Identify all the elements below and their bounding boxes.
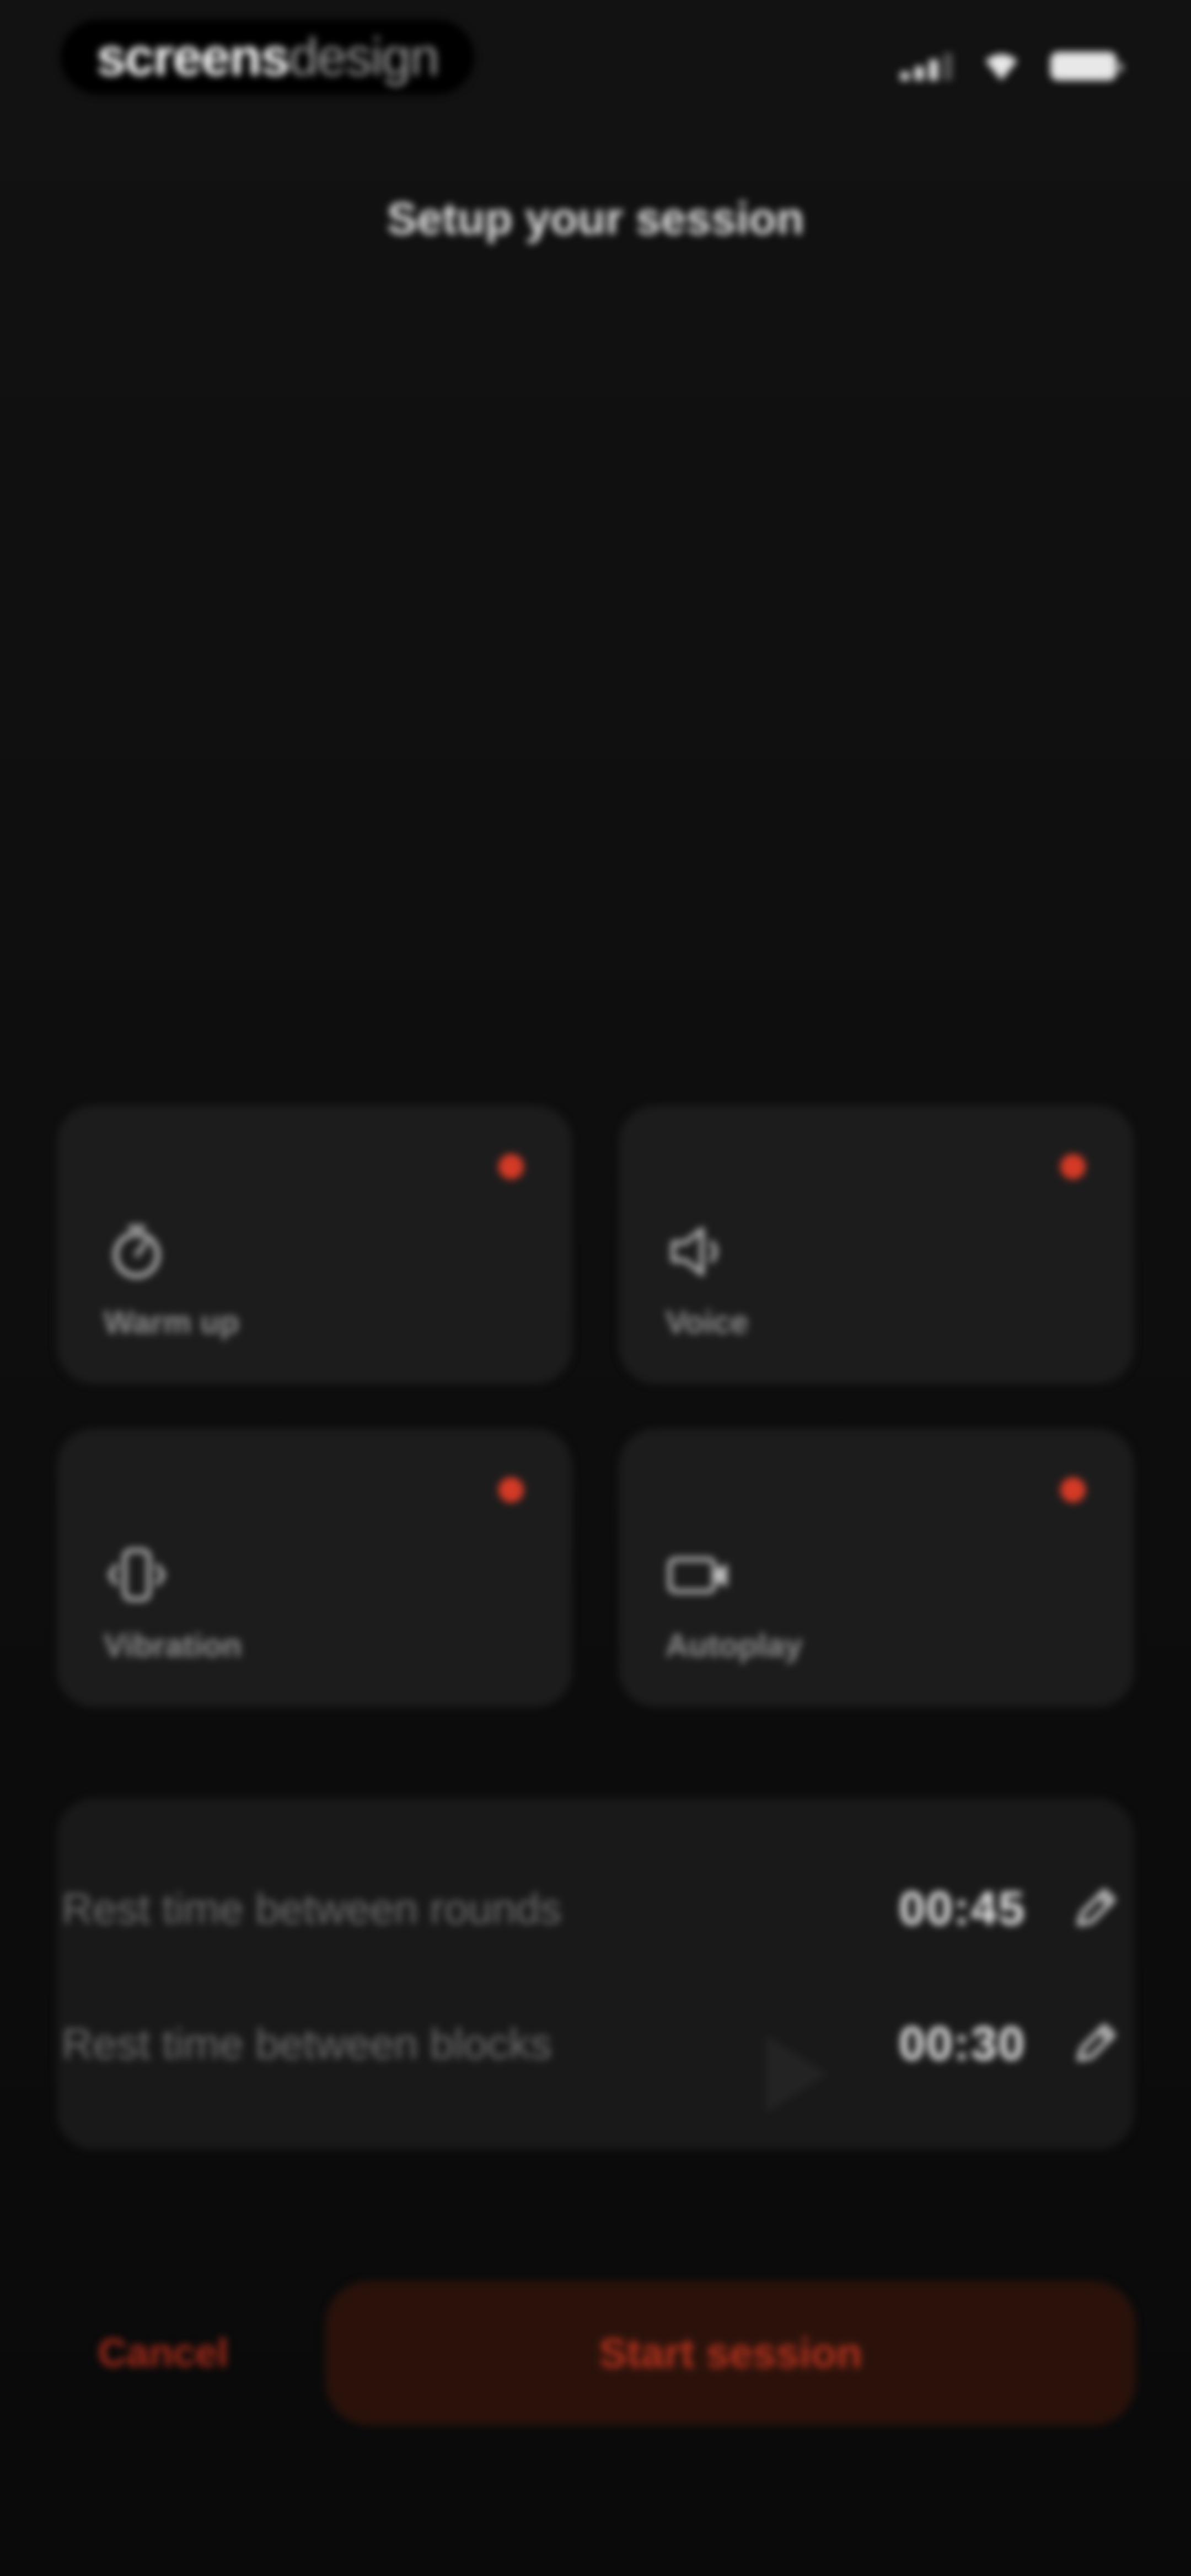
video-icon — [668, 1557, 727, 1594]
rest-times-panel — [57, 1798, 1134, 2150]
rest-between-rounds-value: 00:45 — [899, 1882, 1026, 1935]
active-indicator — [498, 1477, 524, 1503]
rest-between-rounds-label: Rest time between rounds — [62, 1884, 562, 1933]
voice-toggle[interactable]: Voice — [619, 1105, 1134, 1384]
battery-icon — [1050, 52, 1123, 81]
play-watermark-icon — [766, 2035, 827, 2113]
cancel-button[interactable]: Cancel — [98, 2331, 228, 2376]
cellular-signal-icon — [900, 52, 952, 81]
pencil-icon — [1077, 1889, 1115, 1926]
rest-between-blocks-row: Rest time between blocks 00:30 — [62, 2011, 1125, 2077]
vibration-toggle[interactable]: Vibration — [57, 1429, 572, 1707]
brand-badge: screens design — [61, 20, 474, 94]
voice-label: Voice — [666, 1305, 749, 1340]
vibration-icon — [108, 1548, 166, 1601]
stopwatch-icon — [113, 1225, 160, 1279]
pencil-icon — [1077, 2024, 1115, 2061]
active-indicator — [1060, 1154, 1086, 1179]
page-title: Setup your session — [387, 194, 804, 244]
screen-content: screens design Setup your session Warm up — [0, 0, 1191, 2576]
active-indicator — [498, 1154, 524, 1179]
brand-name-light: design — [289, 27, 439, 87]
start-session-label: Start session — [599, 2329, 862, 2377]
active-indicator — [1060, 1477, 1086, 1503]
start-session-button[interactable]: Start session — [325, 2281, 1136, 2425]
brand-name-bold: screens — [96, 27, 290, 87]
wifi-icon — [985, 54, 1017, 81]
autoplay-toggle[interactable]: Autoplay — [619, 1429, 1134, 1707]
warm-up-toggle[interactable]: Warm up — [57, 1105, 572, 1384]
session-setup-screen: screens design Setup your session Warm up — [0, 0, 1191, 2576]
speaker-icon — [671, 1227, 717, 1276]
edit-rest-blocks-button[interactable] — [1064, 2013, 1125, 2074]
warm-up-label: Warm up — [104, 1305, 239, 1340]
rest-between-rounds-row: Rest time between rounds 00:45 — [62, 1875, 1125, 1942]
autoplay-label: Autoplay — [666, 1628, 803, 1664]
status-icons — [900, 51, 1123, 82]
edit-rest-rounds-button[interactable] — [1064, 1878, 1125, 1939]
rest-between-blocks-value: 00:30 — [899, 2017, 1026, 2070]
vibration-label: Vibration — [104, 1628, 242, 1664]
